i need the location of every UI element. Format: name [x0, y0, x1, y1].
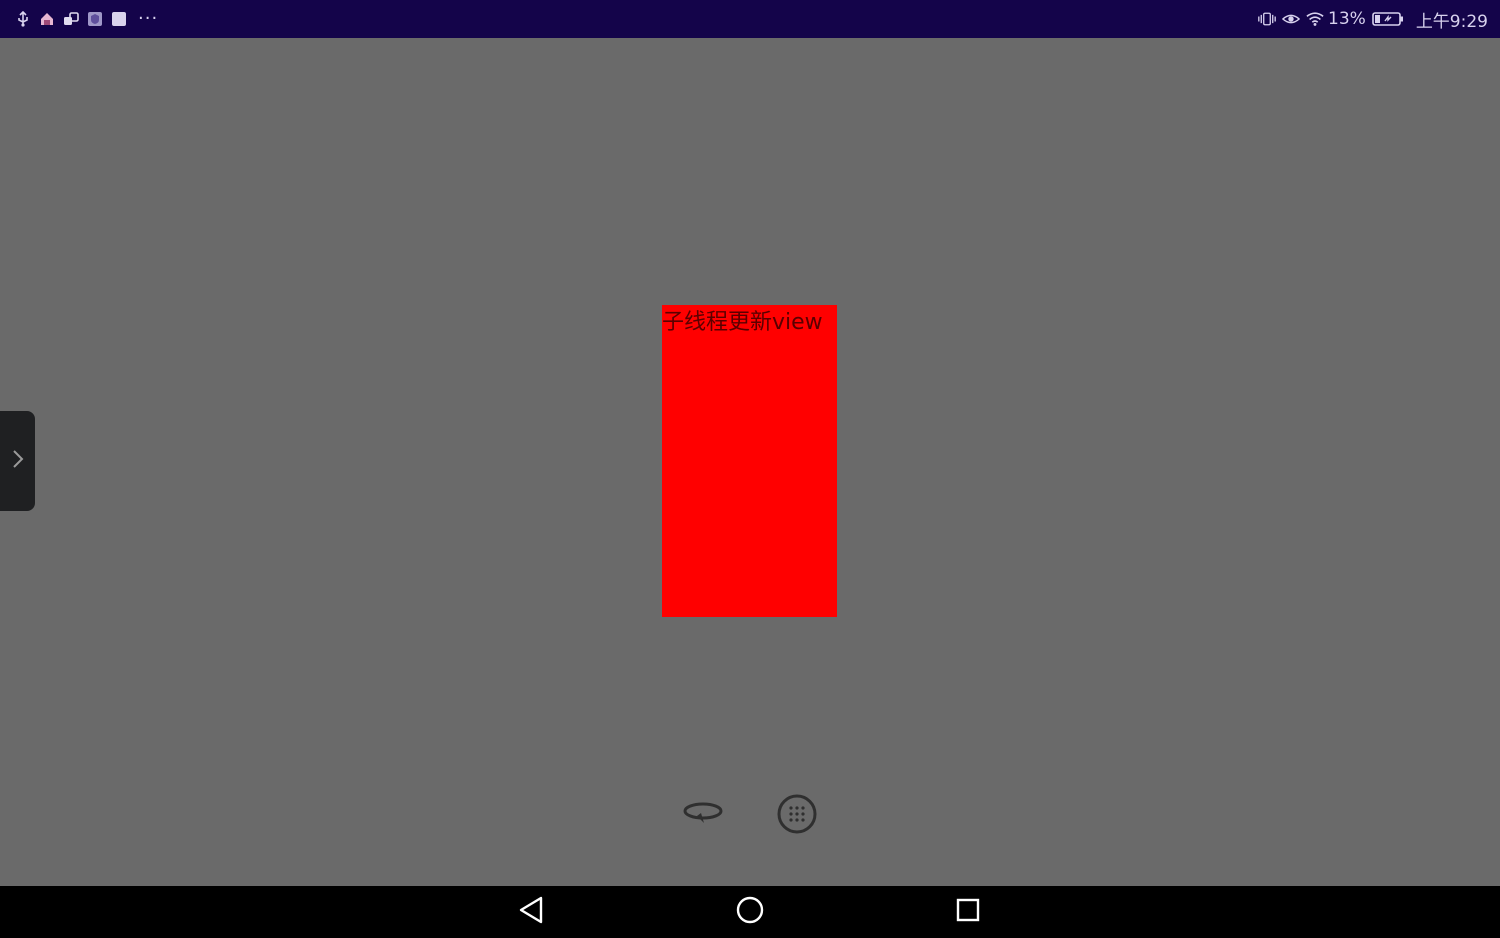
navigation-bar	[0, 886, 1500, 938]
home-button[interactable]	[732, 894, 768, 930]
app-content: 子线程更新view	[0, 38, 1500, 886]
grid-menu-button[interactable]	[775, 794, 819, 838]
rotate-button[interactable]	[681, 794, 725, 838]
battery-icon	[1372, 10, 1404, 28]
clock: 上午9:29	[1415, 11, 1488, 32]
battery-percentage: 13%	[1328, 9, 1366, 29]
red-view: 子线程更新view	[662, 305, 837, 617]
chevron-right-icon	[12, 449, 24, 473]
recents-button[interactable]	[950, 894, 986, 930]
recents-icon	[954, 896, 982, 928]
home-app-icon	[38, 10, 56, 28]
transfer-app-icon	[62, 10, 80, 28]
overflow-indicator: ···	[138, 8, 159, 29]
eye-icon	[1282, 10, 1301, 28]
grid-menu-icon	[776, 793, 818, 839]
rotate-icon	[682, 799, 724, 833]
wifi-icon	[1306, 10, 1324, 28]
home-icon	[735, 895, 765, 929]
notification-icons: ···	[14, 0, 158, 38]
back-icon	[517, 895, 545, 929]
blank-app-icon	[110, 10, 128, 28]
side-panel-handle[interactable]	[0, 411, 35, 511]
status-bar: ··· 13% 上午9:29	[0, 0, 1500, 38]
red-view-label: 子线程更新view	[662, 310, 823, 335]
system-indicators: 13% 上午9:29	[1258, 0, 1488, 38]
back-button[interactable]	[513, 894, 549, 930]
usb-icon	[14, 10, 32, 28]
vibrate-icon	[1258, 10, 1276, 28]
shield-app-icon	[86, 10, 104, 28]
